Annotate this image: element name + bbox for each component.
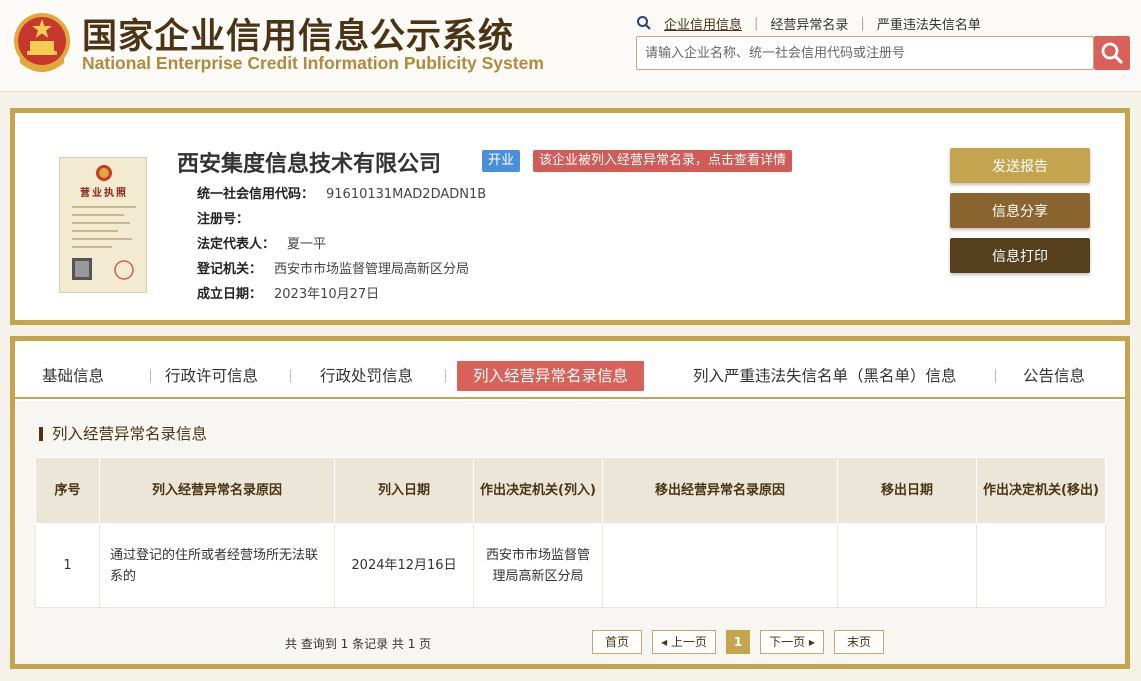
col-reason-out: 移出经营异常名录原因 (602, 457, 838, 524)
link-blacklist[interactable]: 严重违法失信名单 (873, 14, 985, 33)
license-seal-icon (72, 165, 136, 280)
table-header-row: 序号 列入经营异常名录原因 列入日期 作出决定机关(列入) 移出经营异常名录原因… (35, 457, 1106, 524)
search-button[interactable] (1094, 36, 1130, 70)
cell-date-out (837, 523, 977, 608)
status-badge: 开业 (482, 150, 521, 172)
col-authority-out: 作出决定机关(移出) (976, 457, 1106, 524)
cell-authority-out (976, 523, 1106, 608)
link-abnormal-list[interactable]: 经营异常名录 (766, 14, 852, 33)
tab-basic-info[interactable]: 基础信息 (42, 361, 104, 391)
cell-date-in: 2024年12月16日 (334, 523, 474, 608)
pager-prev-button[interactable]: ◂ 上一页 (652, 630, 716, 654)
company-name: 西安集度信息技术有限公司 (177, 152, 442, 177)
pager-first-button[interactable]: 首页 (592, 630, 642, 654)
share-info-button[interactable]: 信息分享 (950, 193, 1090, 228)
tab-admin-penalty[interactable]: 行政处罚信息 (320, 361, 413, 391)
search-icon (1101, 42, 1123, 64)
national-emblem-icon (14, 13, 70, 72)
info-panel: 基础信息 行政许可信息 行政处罚信息 列入经营异常名录信息 列入严重违法失信名单… (10, 336, 1130, 669)
info-reg-number: 注册号： (197, 212, 250, 227)
search-input[interactable] (637, 37, 1093, 69)
pager-last-button[interactable]: 末页 (834, 630, 884, 654)
info-reg-authority: 登记机关： 西安市市场监督管理局高新区分局 (197, 262, 470, 277)
license-title: 营业执照 (80, 188, 128, 199)
tab-abnormal-list[interactable]: 列入经营异常名录信息 (457, 361, 645, 391)
site-header: 国家企业信用信息公示系统 National Enterprise Credit … (0, 0, 1141, 92)
tab-bar: 基础信息 行政许可信息 行政处罚信息 列入经营异常名录信息 列入严重违法失信名单… (15, 341, 1125, 399)
cell-index: 1 (35, 523, 100, 608)
pager-next-button[interactable]: 下一页 ▸ (760, 630, 824, 654)
top-nav: 企业信用信息 | 经营异常名录 | 严重违法失信名单 (636, 13, 985, 33)
business-license-image[interactable]: 营业执照 (59, 157, 147, 293)
cell-reason-out (602, 523, 838, 608)
search-box (636, 36, 1094, 70)
col-index: 序号 (35, 457, 100, 524)
info-established-date: 成立日期： 2023年10月27日 (197, 287, 380, 302)
table-row: 1 通过登记的住所或者经营场所无法联系的 2024年12月16日 西安市市场监督… (35, 523, 1106, 608)
site-title-en: National Enterprise Credit Information P… (82, 53, 544, 73)
tab-blacklist[interactable]: 列入严重违法失信名单（黑名单）信息 (693, 361, 957, 391)
col-authority-in: 作出决定机关(列入) (473, 457, 603, 524)
pager-current-page[interactable]: 1 (726, 630, 750, 654)
company-card: 营业执照 西安集度信息技术有限公司 开业 该企业被列入经营异常名录，点击查看详情… (10, 108, 1130, 325)
info-legal-rep: 法定代表人： 夏一平 (197, 237, 327, 252)
info-credit-code: 统一社会信用代码： 91610131MAD2DADN1B (197, 187, 487, 202)
print-info-button[interactable]: 信息打印 (950, 238, 1090, 273)
abnormal-list-table: 序号 列入经营异常名录原因 列入日期 作出决定机关(列入) 移出经营异常名录原因… (35, 457, 1106, 608)
magnifier-icon (637, 16, 651, 30)
tab-admin-license[interactable]: 行政许可信息 (165, 361, 258, 391)
site-title: 国家企业信用信息公示系统 (82, 17, 515, 57)
section-title: 列入经营异常名录信息 (39, 426, 207, 442)
abnormal-warning-badge[interactable]: 该企业被列入经营异常名录，点击查看详情 (533, 150, 793, 172)
col-date-in: 列入日期 (334, 457, 474, 524)
cell-reason-in: 通过登记的住所或者经营场所无法联系的 (99, 523, 335, 608)
link-credit-info[interactable]: 企业信用信息 (660, 14, 746, 33)
send-report-button[interactable]: 发送报告 (950, 148, 1090, 183)
col-date-out: 移出日期 (837, 457, 977, 524)
cell-authority-in: 西安市市场监督管理局高新区分局 (473, 523, 603, 608)
pager-info: 共 查询到 1 条记录 共 1 页 (285, 637, 432, 651)
tab-announcement[interactable]: 公告信息 (1023, 361, 1085, 391)
tab-content: 列入经营异常名录信息 序号 列入经营异常名录原因 列入日期 作出决定机关(列入)… (15, 401, 1125, 664)
col-reason-in: 列入经营异常名录原因 (99, 457, 335, 524)
